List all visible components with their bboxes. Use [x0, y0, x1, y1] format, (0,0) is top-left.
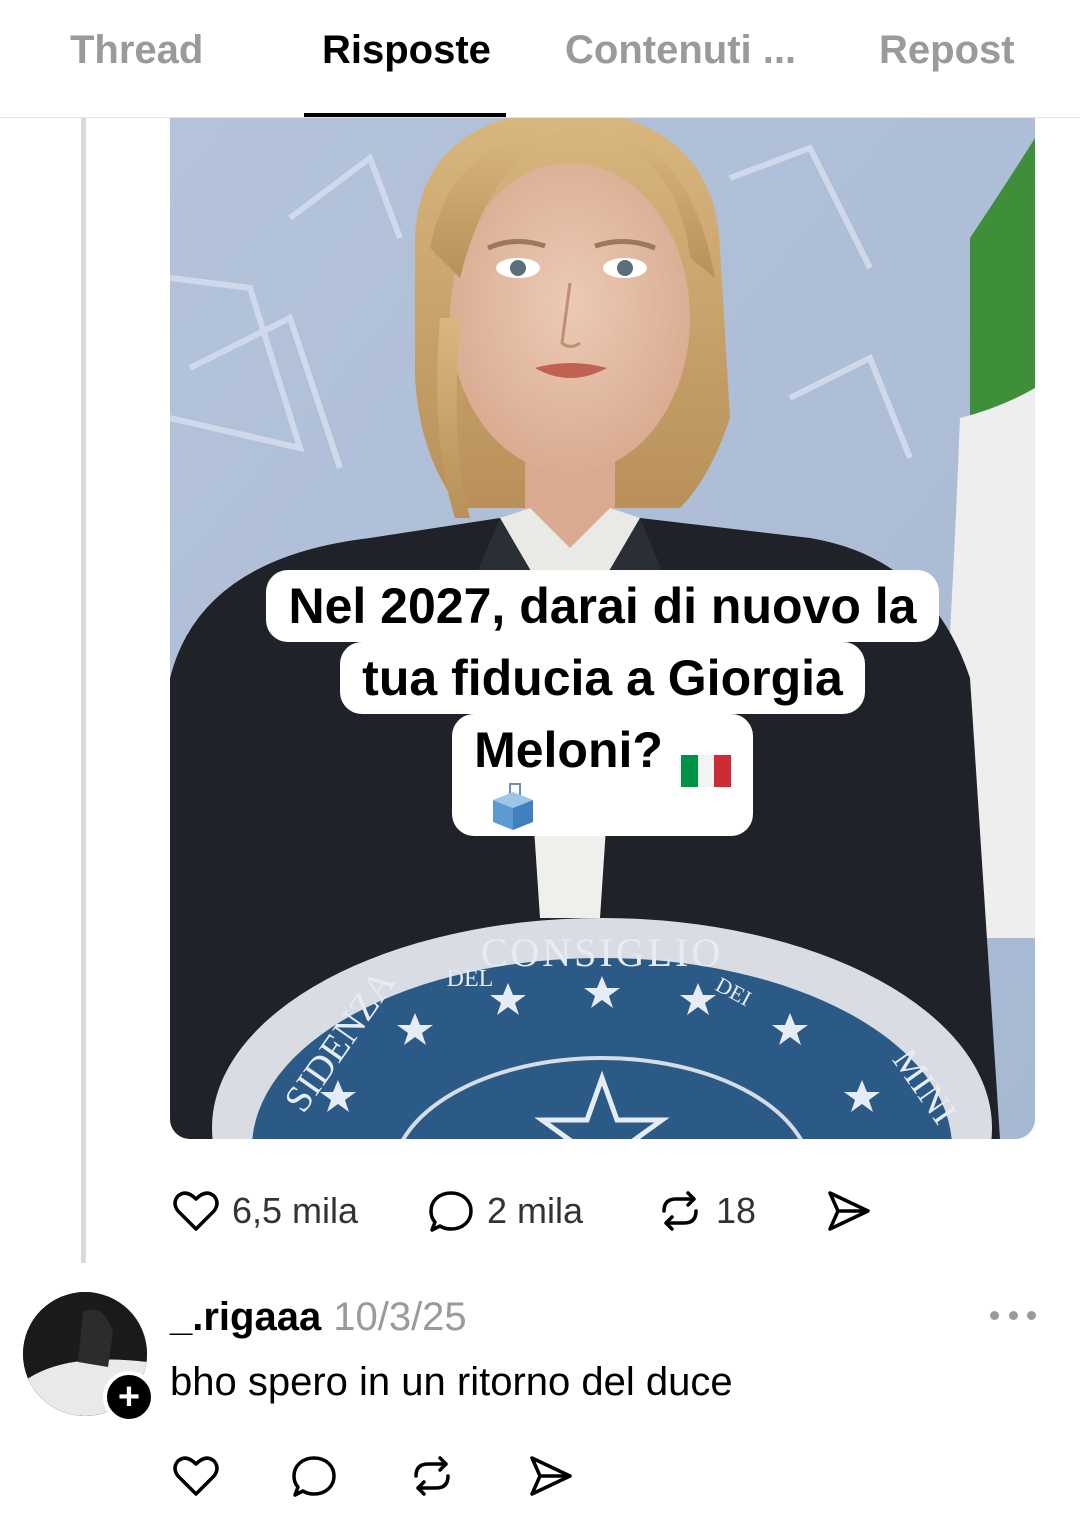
- caption-line-3: Meloni?: [452, 714, 753, 836]
- comment-button[interactable]: 2 mila: [425, 1185, 583, 1237]
- active-tab-indicator: [304, 113, 506, 117]
- comment-icon[interactable]: [288, 1450, 340, 1502]
- comment-count: 2 mila: [487, 1190, 584, 1231]
- caption-line-2: tua fiducia a Giorgia: [340, 642, 865, 714]
- heart-icon[interactable]: [170, 1450, 222, 1502]
- repost-icon: [662, 1191, 698, 1231]
- repost-count: 18: [716, 1190, 757, 1231]
- emblem-text-top: CONSIGLIO: [481, 930, 724, 975]
- reply-date: 10/3/25: [333, 1295, 467, 1339]
- comment-icon: [429, 1191, 473, 1232]
- reply-username[interactable]: _.rigaaa: [170, 1295, 321, 1339]
- follow-plus-icon[interactable]: +: [103, 1371, 155, 1423]
- like-button[interactable]: 6,5 mila: [170, 1185, 358, 1237]
- like-count: 6,5 mila: [232, 1190, 359, 1231]
- tab-thread[interactable]: Thread: [70, 28, 203, 73]
- reply-text: bho spero in un ritorno del duce: [170, 1360, 733, 1404]
- share-button[interactable]: [822, 1185, 874, 1237]
- post-image[interactable]: CONSIGLIO DEL DEI SIDENZA MINI Nel 2027,…: [170, 118, 1035, 1139]
- tab-risposte[interactable]: Risposte: [322, 28, 491, 73]
- caption-line-1: Nel 2027, darai di nuovo la: [266, 570, 939, 642]
- italy-flag-icon: [680, 734, 731, 787]
- thread-connector-line: [81, 118, 86, 1263]
- more-options-icon[interactable]: [990, 1300, 1036, 1330]
- repost-button[interactable]: 18: [654, 1185, 756, 1237]
- heart-icon: [173, 1191, 219, 1231]
- profile-tabs: Thread Risposte Contenuti ... Repost: [0, 0, 1080, 118]
- reply-header: _.rigaaa 10/3/25: [170, 1295, 467, 1340]
- image-caption: Nel 2027, darai di nuovo la tua fiducia …: [170, 570, 1035, 836]
- ballot-box-icon: [493, 783, 534, 830]
- tab-contenuti[interactable]: Contenuti ...: [565, 28, 796, 73]
- share-icon: [828, 1191, 870, 1231]
- repost-icon[interactable]: [406, 1450, 458, 1502]
- emblem-text-del: DEL: [447, 966, 494, 992]
- caption-line-3-text: Meloni?: [474, 722, 663, 778]
- share-icon[interactable]: [524, 1450, 576, 1502]
- tab-repost[interactable]: Repost: [879, 28, 1015, 73]
